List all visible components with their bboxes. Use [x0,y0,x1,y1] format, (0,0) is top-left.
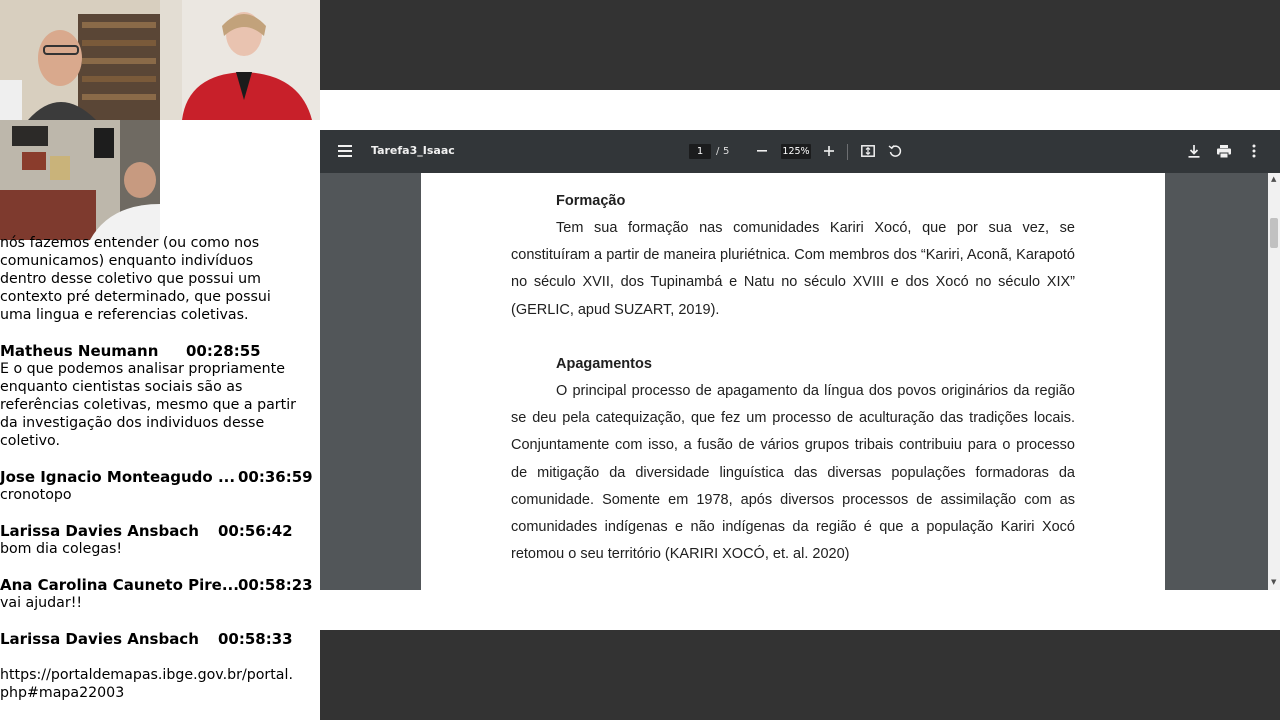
chat-panel[interactable]: nós fazemos entender (ou como nos comuni… [0,234,318,702]
chat-message-text: E o que podemos analisar propriamente en… [0,361,296,449]
page-separator: / [716,146,720,157]
participant-video-tile[interactable] [0,0,160,120]
menu-icon[interactable] [336,142,354,160]
participant-video-image [160,0,320,120]
fit-page-icon[interactable] [859,142,877,160]
chat-message: Matheus Neumann 00:28:55 E o que podemos… [0,342,318,450]
screen-share-margin [320,90,1280,130]
screen-share-margin [320,590,1280,630]
vertical-scrollbar[interactable]: ▲ ▼ [1268,173,1280,590]
scroll-down-icon[interactable]: ▼ [1271,578,1276,586]
document-title: Tarefa3_Isaac [371,144,455,157]
chat-sender-name: Matheus Neumann [0,342,159,360]
zoom-level-input[interactable]: 125% [781,144,811,159]
section-paragraph: O principal processo de apagamento da lí… [511,383,1075,563]
participant-video-image [0,120,160,240]
chat-sender-name: Jose Ignacio Monteagudo ... [0,468,236,486]
screen-share-background [320,0,1280,90]
chat-sender-name: Larissa Davies Ansbach [0,630,199,648]
scroll-up-icon[interactable]: ▲ [1271,175,1276,183]
chat-message: Larissa Davies Ansbach 00:56:42 bom dia … [0,522,318,558]
rotate-icon[interactable] [886,142,904,160]
chat-message-text: bom dia colegas! [0,541,123,557]
pdf-toolbar: Tarefa3_Isaac 1 / 5 125% [320,130,1280,173]
page-number-input[interactable]: 1 [689,144,711,159]
chat-message: Larissa Davies Ansbach 00:58:33 https://… [0,630,318,702]
chat-timestamp: 00:28:55 [186,342,261,360]
page-total: 5 [723,146,730,157]
more-vert-icon[interactable] [1245,142,1263,160]
chat-message-text: nós fazemos entender (ou como nos comuni… [0,235,271,323]
chat-timestamp: 00:36:59 [238,468,313,486]
participant-video-tile[interactable] [0,120,160,240]
screen-share-background [320,630,1280,720]
chat-message-link[interactable]: https://portaldemapas.ibge.gov.br/portal… [0,648,318,702]
section-paragraph: Tem sua formação nas comunidades Kariri … [511,220,1075,318]
toolbar-divider [847,144,848,160]
chat-message-text: vai ajudar!! [0,595,83,611]
chat-message-text: cronotopo [0,487,72,503]
scroll-thumb[interactable] [1270,218,1278,248]
pdf-viewer[interactable]: Tarefa3_Isaac 1 / 5 125% Formação Tem su… [320,130,1280,590]
chat-message: Jose Ignacio Monteagudo ... 00:36:59 cro… [0,468,318,504]
minus-icon[interactable] [753,142,771,160]
section-heading: Formação [556,193,626,209]
chat-sender-name: Ana Carolina Cauneto Pire... [0,576,239,594]
pdf-page: Formação Tem sua formação nas comunidade… [421,173,1165,590]
chat-timestamp: 00:58:23 [238,576,313,594]
chat-message: Ana Carolina Cauneto Pire... 00:58:23 va… [0,576,318,612]
participant-video-tile[interactable] [160,0,320,120]
participant-video-image [0,0,160,120]
chat-timestamp: 00:58:33 [218,630,293,648]
print-icon[interactable] [1215,142,1233,160]
chat-timestamp: 00:56:42 [218,522,293,540]
chat-sender-name: Larissa Davies Ansbach [0,522,199,540]
download-icon[interactable] [1185,142,1203,160]
plus-icon[interactable] [820,142,838,160]
meeting-sidebar: nós fazemos entender (ou como nos comuni… [0,0,320,720]
section-heading: Apagamentos [556,356,652,372]
